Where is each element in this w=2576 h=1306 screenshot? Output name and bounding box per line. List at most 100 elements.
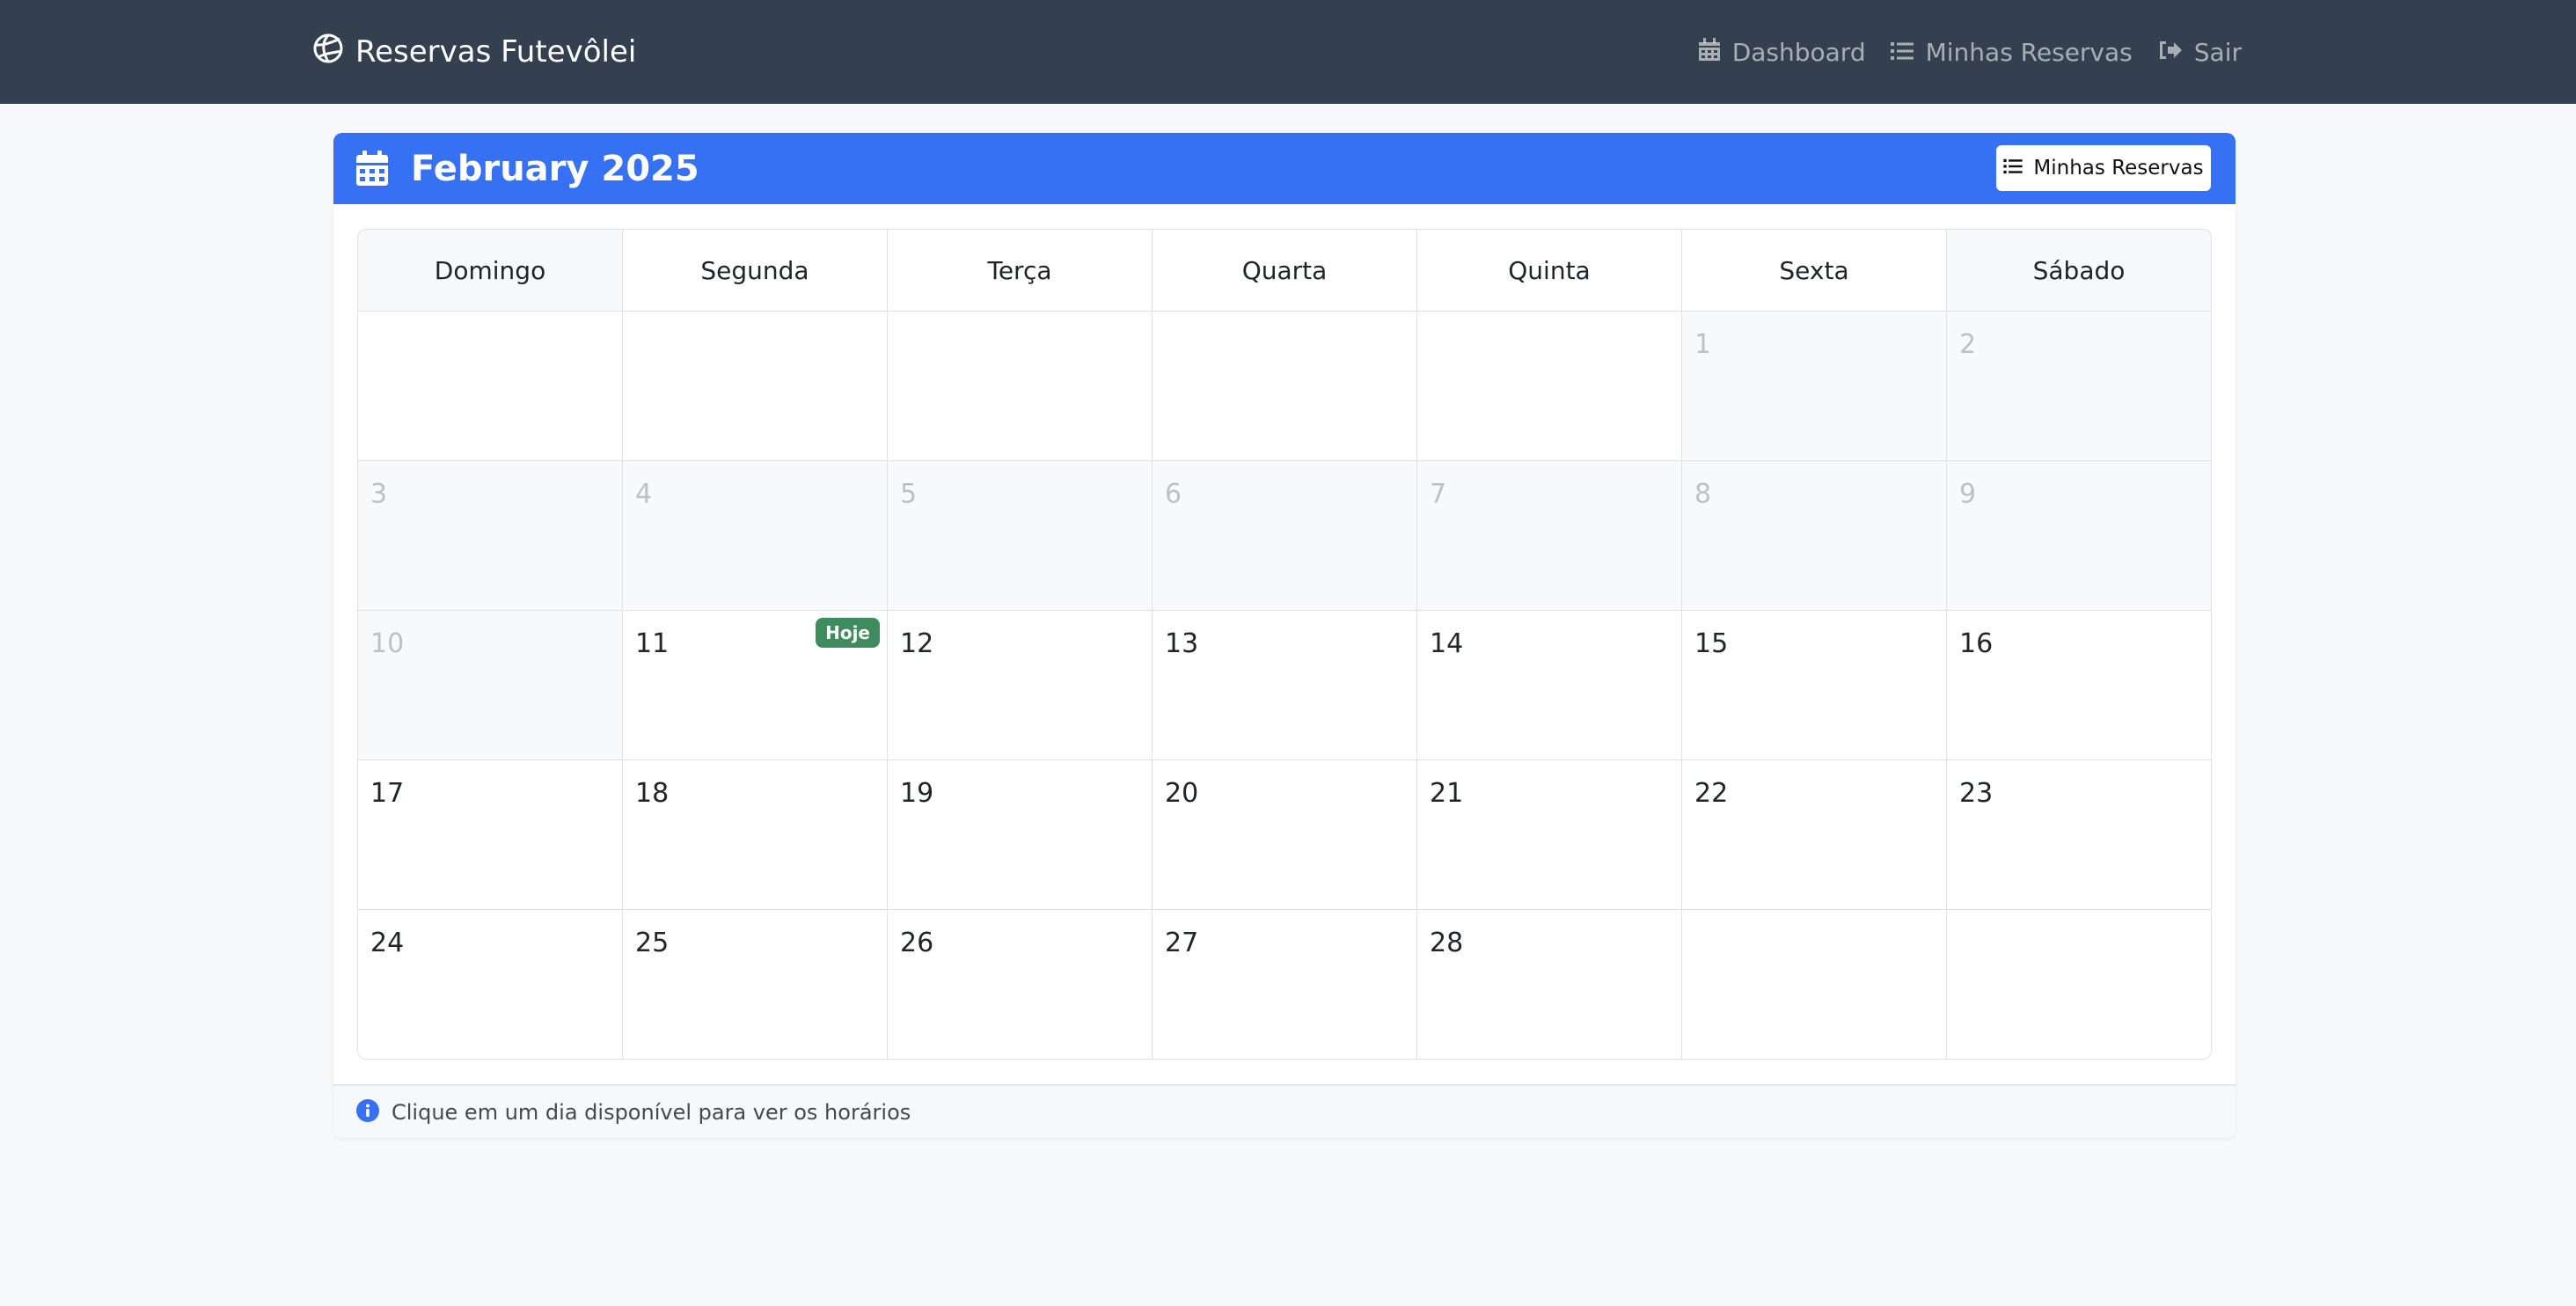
day-number: 19 xyxy=(900,778,934,809)
calendar-day-19[interactable]: 19 xyxy=(888,760,1153,909)
calendar-week-row: 24 25 26 27 28 xyxy=(358,910,2211,1059)
nav-link-label: Dashboard xyxy=(1731,37,1866,67)
calendar-body: 1 2 3 4 5 6 7 8 9 10 11 Hoje 12 13 14 15 16 17 18 19 20 21 22 2… xyxy=(358,312,2211,1059)
calendar-empty-cell xyxy=(1682,910,1947,1059)
calendar-day-12[interactable]: 12 xyxy=(888,611,1153,759)
day-number: 12 xyxy=(900,628,934,659)
calendar-day-1: 1 xyxy=(1682,312,1947,460)
calendar-empty-cell xyxy=(888,312,1153,460)
calendar-day-11[interactable]: 11 Hoje xyxy=(623,611,888,759)
day-number: 1 xyxy=(1694,329,1712,360)
calendar-day-3: 3 xyxy=(358,461,623,610)
day-number: 9 xyxy=(1959,479,1977,510)
day-number: 11 xyxy=(635,628,670,659)
month-title: February 2025 xyxy=(411,148,699,189)
calendar-day-28[interactable]: 28 xyxy=(1417,910,1682,1059)
brand-link[interactable]: Reservas Futevôlei xyxy=(313,0,636,104)
nav-link-label: Sair xyxy=(2193,37,2242,67)
calendar-day-21[interactable]: 21 xyxy=(1417,760,1682,909)
calendar-day-14[interactable]: 14 xyxy=(1417,611,1682,759)
calendar-empty-cell xyxy=(1153,312,1417,460)
weekday-header: Domingo xyxy=(358,230,623,311)
weekday-header: Sábado xyxy=(1947,230,2211,311)
day-number: 3 xyxy=(370,479,388,510)
day-number: 13 xyxy=(1165,628,1199,659)
calendar-day-5: 5 xyxy=(888,461,1153,610)
calendar-day-17[interactable]: 17 xyxy=(358,760,623,909)
day-number: 14 xyxy=(1430,628,1464,659)
calendar-day-22[interactable]: 22 xyxy=(1682,760,1947,909)
info-circle-icon xyxy=(356,1098,379,1126)
calendar-empty-cell xyxy=(1947,910,2211,1059)
today-badge: Hoje xyxy=(816,618,880,648)
day-number: 23 xyxy=(1959,778,1994,809)
calendar-day-2: 2 xyxy=(1947,312,2211,460)
weekday-header: Quarta xyxy=(1153,230,1417,311)
calendar-day-16[interactable]: 16 xyxy=(1947,611,2211,759)
calendar-card: February 2025 Minhas Reservas Domingo Se… xyxy=(333,133,2236,1138)
day-number: 7 xyxy=(1430,479,1447,510)
nav-link-minhas-reservas[interactable]: Minhas Reservas xyxy=(1890,37,2133,67)
calendar-day-10: 10 xyxy=(358,611,623,759)
nav-links: Dashboard Minhas Reservas Sair xyxy=(1698,0,2242,104)
day-number: 24 xyxy=(370,928,405,958)
list-icon xyxy=(2003,157,2023,180)
day-number: 20 xyxy=(1165,778,1199,809)
calendar-day-7: 7 xyxy=(1417,461,1682,610)
calendar-grid: Domingo Segunda Terça Quarta Quinta Sext… xyxy=(357,229,2212,1060)
weekday-header: Terça xyxy=(888,230,1153,311)
calendar-header: February 2025 Minhas Reservas xyxy=(333,133,2236,204)
weekday-header-row: Domingo Segunda Terça Quarta Quinta Sext… xyxy=(358,230,2211,312)
calendar-icon xyxy=(356,150,388,189)
day-number: 17 xyxy=(370,778,405,809)
weekday-header: Quinta xyxy=(1417,230,1682,311)
minhas-reservas-button-label: Minhas Reservas xyxy=(2033,157,2204,180)
navbar: Reservas Futevôlei Dashboard Minhas Rese… xyxy=(0,0,2576,104)
day-number: 5 xyxy=(900,479,918,510)
calendar-day-6: 6 xyxy=(1153,461,1417,610)
day-number: 28 xyxy=(1430,928,1464,958)
nav-link-sair[interactable]: Sair xyxy=(2157,38,2242,67)
day-number: 16 xyxy=(1959,628,1994,659)
day-number: 21 xyxy=(1430,778,1464,809)
weekday-header: Segunda xyxy=(623,230,888,311)
day-number: 27 xyxy=(1165,928,1199,958)
calendar-empty-cell xyxy=(1417,312,1682,460)
calendar-week-row: 17 18 19 20 21 22 23 xyxy=(358,760,2211,910)
calendar-empty-cell xyxy=(623,312,888,460)
day-number: 18 xyxy=(635,778,670,809)
calendar-empty-cell xyxy=(358,312,623,460)
calendar-day-13[interactable]: 13 xyxy=(1153,611,1417,759)
calendar-week-row: 3 4 5 6 7 8 9 xyxy=(358,461,2211,611)
nav-link-dashboard[interactable]: Dashboard xyxy=(1698,37,1866,67)
day-number: 10 xyxy=(370,628,405,659)
calendar-day-4: 4 xyxy=(623,461,888,610)
calendar-day-23[interactable]: 23 xyxy=(1947,760,2211,909)
calendar-day-18[interactable]: 18 xyxy=(623,760,888,909)
calendar-day-26[interactable]: 26 xyxy=(888,910,1153,1059)
day-number: 2 xyxy=(1959,329,1977,360)
calendar-day-8: 8 xyxy=(1682,461,1947,610)
day-number: 25 xyxy=(635,928,670,958)
day-number: 6 xyxy=(1165,479,1182,510)
calendar-footer: Clique em um dia disponível para ver os … xyxy=(333,1084,2236,1138)
calendar-day-20[interactable]: 20 xyxy=(1153,760,1417,909)
calendar-week-row: 10 11 Hoje 12 13 14 15 16 xyxy=(358,611,2211,760)
calendar-icon xyxy=(1698,37,1720,67)
day-number: 22 xyxy=(1694,778,1729,809)
sign-out-icon xyxy=(2157,38,2182,67)
day-number: 8 xyxy=(1694,479,1712,510)
calendar-day-15[interactable]: 15 xyxy=(1682,611,1947,759)
nav-link-label: Minhas Reservas xyxy=(1925,37,2133,67)
minhas-reservas-button[interactable]: Minhas Reservas xyxy=(1996,145,2211,191)
calendar-day-25[interactable]: 25 xyxy=(623,910,888,1059)
calendar-day-24[interactable]: 24 xyxy=(358,910,623,1059)
calendar-day-27[interactable]: 27 xyxy=(1153,910,1417,1059)
day-number: 15 xyxy=(1694,628,1729,659)
footer-hint: Clique em um dia disponível para ver os … xyxy=(392,1099,911,1125)
calendar-day-9: 9 xyxy=(1947,461,2211,610)
brand-title: Reservas Futevôlei xyxy=(355,34,637,70)
calendar-week-row: 12 xyxy=(358,312,2211,461)
list-icon xyxy=(1890,38,1914,67)
day-number: 26 xyxy=(900,928,934,958)
